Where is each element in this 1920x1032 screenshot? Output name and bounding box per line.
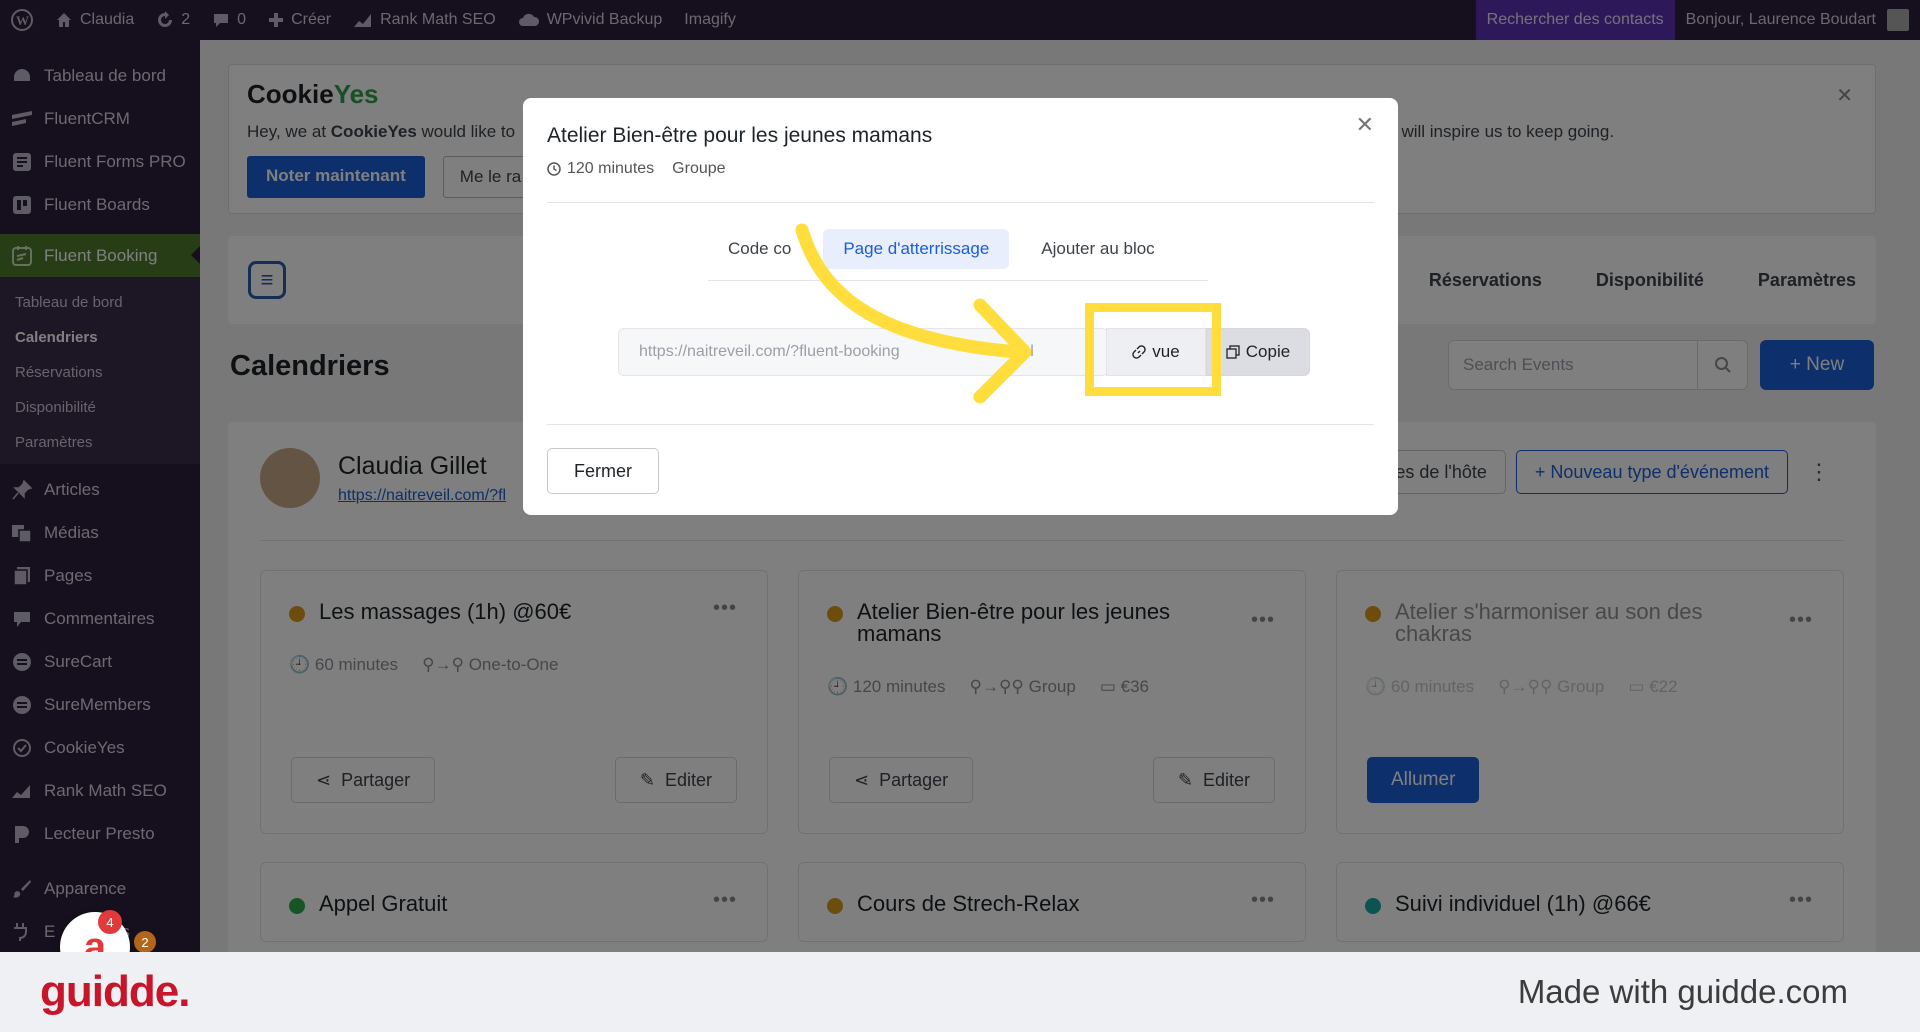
updates-badge: 2 bbox=[134, 931, 156, 953]
event-type: Groupe bbox=[672, 160, 726, 177]
clock-icon bbox=[547, 162, 561, 176]
tutorial-arrow-icon bbox=[795, 223, 1032, 404]
guidde-logo: guidde. bbox=[40, 967, 190, 1016]
chat-notification-badge: 4 bbox=[98, 910, 122, 934]
copy-icon bbox=[1226, 345, 1240, 359]
close-icon[interactable]: ✕ bbox=[1356, 112, 1374, 138]
divider bbox=[547, 202, 1374, 203]
modal-title: Atelier Bien-être pour les jeunes mamans bbox=[547, 124, 933, 147]
copy-button[interactable]: Copie bbox=[1206, 328, 1310, 376]
made-with-label: Made with guidde.com bbox=[1517, 973, 1848, 1010]
guidde-footer: guidde. Made with guidde.com bbox=[0, 952, 1920, 1032]
highlight-box bbox=[1085, 303, 1221, 396]
divider bbox=[547, 424, 1374, 425]
close-button[interactable]: Fermer bbox=[547, 448, 659, 494]
duration: 120 minutes bbox=[547, 160, 654, 178]
